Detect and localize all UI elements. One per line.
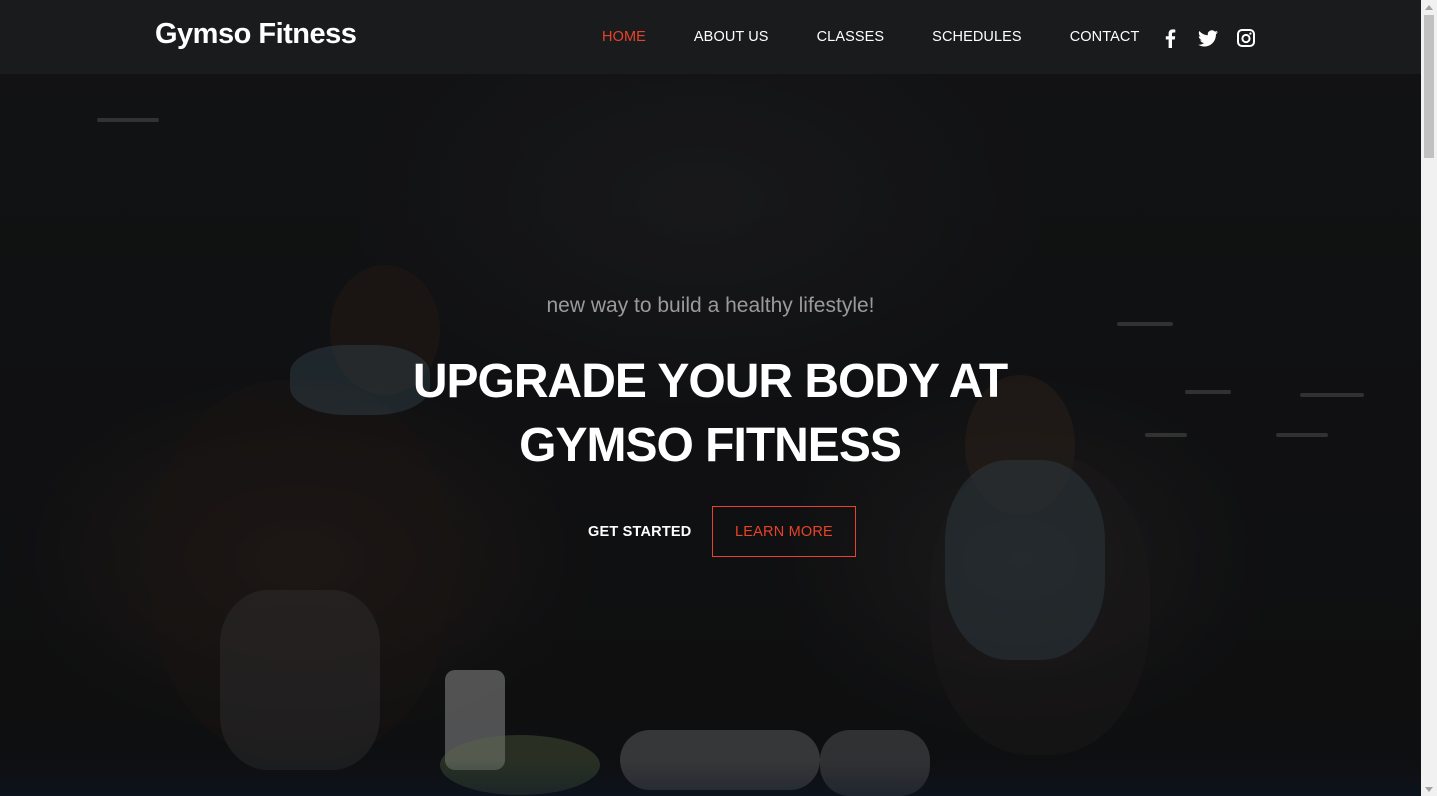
navbar: Gymso Fitness HOME ABOUT US CLASSES SCHE… (0, 0, 1421, 74)
twitter-icon[interactable] (1198, 28, 1218, 48)
hero-tagline: new way to build a healthy lifestyle! (546, 294, 875, 317)
social-links (1160, 28, 1256, 48)
hero-headline: UPGRADE YOUR BODY AT GYMSO FITNESS (360, 350, 1060, 478)
scroll-up-arrow-icon[interactable] (1421, 0, 1437, 14)
learn-more-button[interactable]: LEARN MORE (712, 506, 856, 557)
get-started-button[interactable]: GET STARTED (588, 524, 691, 540)
nav-classes[interactable]: CLASSES (817, 29, 885, 45)
brand-logo[interactable]: Gymso Fitness (155, 18, 357, 51)
hero-headline-line-2: GYMSO FITNESS (519, 419, 902, 472)
nav-contact[interactable]: CONTACT (1070, 29, 1140, 45)
hero-headline-line-1: UPGRADE YOUR BODY AT (412, 355, 1008, 408)
main-nav: HOME ABOUT US CLASSES SCHEDULES CONTACT (602, 29, 1187, 45)
nav-home[interactable]: HOME (602, 29, 646, 45)
nav-about-us[interactable]: ABOUT US (694, 29, 769, 45)
scroll-down-arrow-icon[interactable] (1421, 782, 1437, 796)
instagram-icon[interactable] (1236, 28, 1256, 48)
page: Gymso Fitness HOME ABOUT US CLASSES SCHE… (0, 0, 1421, 796)
scrollbar-thumb[interactable] (1424, 15, 1434, 158)
nav-schedules[interactable]: SCHEDULES (932, 29, 1022, 45)
facebook-icon[interactable] (1160, 28, 1180, 48)
